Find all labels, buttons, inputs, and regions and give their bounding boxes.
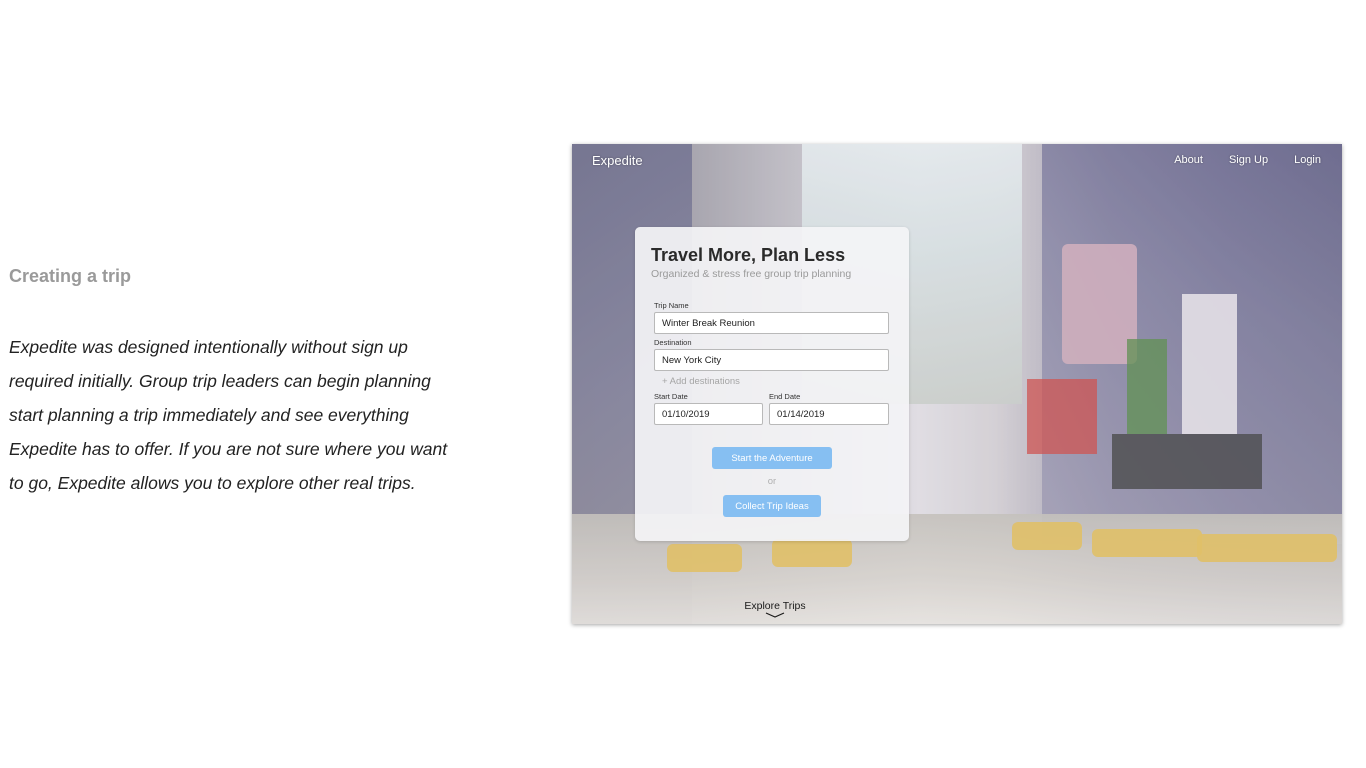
app-screenshot: Expedite About Sign Up Login Travel More… <box>572 144 1342 624</box>
trip-name-input[interactable] <box>654 312 889 334</box>
start-adventure-button[interactable]: Start the Adventure <box>712 447 832 469</box>
section-description: Expedite was designed intentionally with… <box>9 337 448 493</box>
trip-name-label: Trip Name <box>654 301 689 310</box>
top-nav: Expedite About Sign Up Login <box>572 144 1342 178</box>
destination-label: Destination <box>654 338 692 347</box>
end-date-input[interactable] <box>769 403 889 425</box>
card-title: Travel More, Plan Less <box>651 245 846 265</box>
card-subtitle: Organized & stress free group trip plann… <box>651 268 852 280</box>
brand-logo[interactable]: Expedite <box>592 153 643 168</box>
start-date-label: Start Date <box>654 392 688 401</box>
case-study-text: Creating a trip Expedite was designed in… <box>9 262 459 500</box>
start-date-input[interactable] <box>654 403 763 425</box>
trip-form-card: Travel More, Plan Less Organized & stres… <box>635 227 909 541</box>
section-title: Creating a trip <box>9 266 132 286</box>
explore-trips-link[interactable]: Explore Trips <box>744 600 806 618</box>
add-destinations-link[interactable]: + Add destinations <box>662 376 740 387</box>
nav-about-link[interactable]: About <box>1174 154 1203 166</box>
page: Creating a trip Expedite was designed in… <box>0 0 1366 768</box>
collect-trip-ideas-button[interactable]: Collect Trip Ideas <box>723 495 821 517</box>
nav-signup-link[interactable]: Sign Up <box>1229 154 1268 166</box>
destination-input[interactable] <box>654 349 889 371</box>
nav-links: About Sign Up Login <box>1174 154 1321 166</box>
or-divider: or <box>767 476 777 487</box>
explore-trips-label: Explore Trips <box>744 600 806 612</box>
nav-login-link[interactable]: Login <box>1294 154 1321 166</box>
chevron-down-icon <box>765 612 785 618</box>
end-date-label: End Date <box>769 392 801 401</box>
